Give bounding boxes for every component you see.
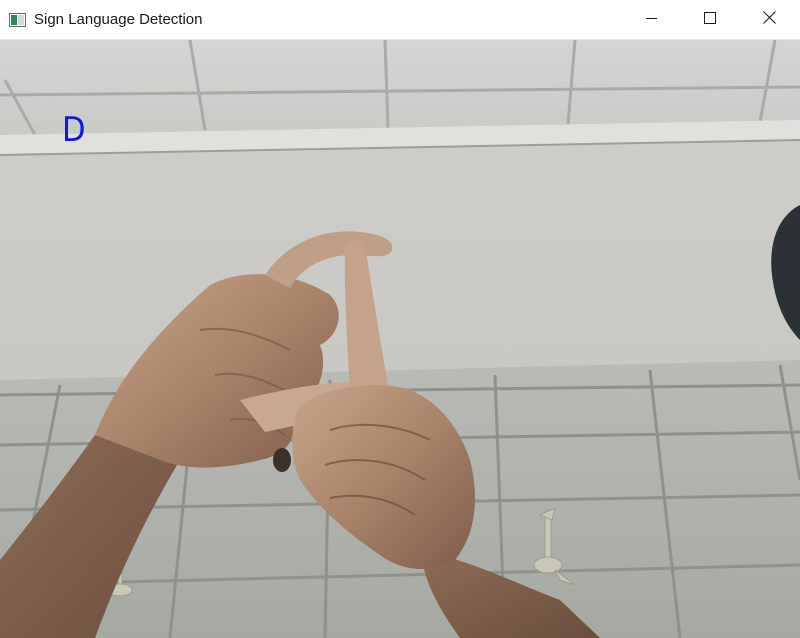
camera-feed: D (0, 40, 800, 638)
close-icon (762, 11, 776, 29)
app-window: Sign Language Detection D (0, 0, 800, 638)
title-bar[interactable]: Sign Language Detection (0, 0, 800, 40)
minimize-icon (646, 11, 658, 29)
window-title: Sign Language Detection (34, 11, 203, 28)
minimize-button[interactable] (623, 0, 681, 40)
app-icon (9, 13, 26, 27)
maximize-icon (704, 11, 716, 29)
prediction-label: D (62, 110, 86, 150)
close-button[interactable] (740, 0, 798, 40)
maximize-button[interactable] (681, 0, 739, 40)
